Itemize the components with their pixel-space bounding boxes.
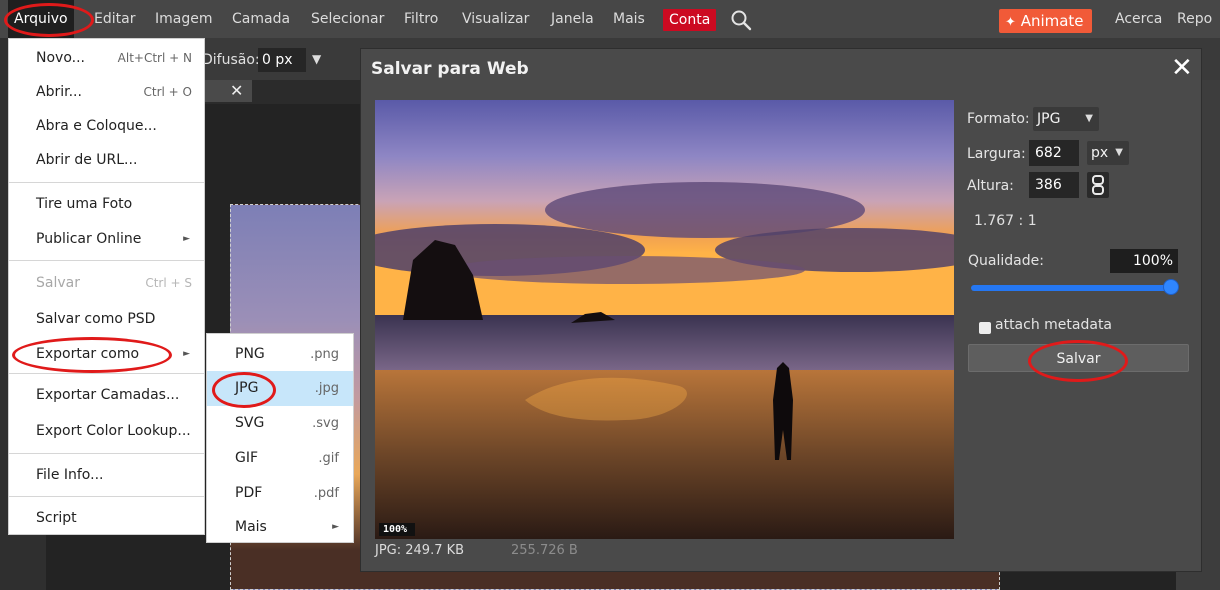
menu-imagem[interactable]: Imagem (155, 0, 212, 38)
menu-item-script[interactable]: Script (9, 501, 204, 535)
animate-icon: ✦ (1005, 15, 1016, 30)
format-extension: .gif (318, 451, 339, 466)
menu-item-publicar-online[interactable]: Publicar Online ► (9, 222, 204, 256)
menu-separator (9, 260, 204, 261)
file-menu: Novo... Alt+Ctrl + N Abrir... Ctrl + O A… (8, 38, 205, 535)
menu-acerca[interactable]: Acerca (1115, 0, 1162, 38)
menu-filtro[interactable]: Filtro (404, 0, 438, 38)
image-preview: 100% (375, 100, 954, 539)
close-icon[interactable]: ✕ (1171, 53, 1193, 83)
menu-item-label: Publicar Online (36, 231, 142, 247)
zoom-level: 100% (379, 523, 416, 536)
menu-item-abra-e-coloque[interactable]: Abra e Coloque... (9, 109, 204, 143)
format-extension: .pdf (313, 486, 339, 501)
animate-label: Animate (1020, 12, 1084, 30)
menu-editar[interactable]: Editar (94, 0, 135, 38)
format-label: SVG (235, 415, 265, 431)
format-label: Mais (235, 519, 267, 535)
menu-report[interactable]: Repo (1177, 0, 1212, 38)
menu-item-abrir[interactable]: Abrir... Ctrl + O (9, 75, 204, 109)
menu-item-label: Abrir... (36, 84, 82, 100)
menu-bar: Arquivo Editar Imagem Camada Selecionar … (0, 0, 1220, 38)
format-label: GIF (235, 450, 259, 466)
dialog-title: Salvar para Web (371, 59, 529, 79)
submenu-arrow-icon: ► (332, 522, 339, 532)
menu-item-salvar: Salvar Ctrl + S (9, 266, 204, 300)
format-extension: .jpg (314, 381, 339, 396)
diffusion-input[interactable]: 0 px (258, 48, 306, 72)
menu-arquivo[interactable]: Arquivo (8, 0, 74, 38)
diffusion-label: Difusão: (202, 52, 260, 68)
metadata-checkbox[interactable] (979, 322, 991, 334)
link-icon[interactable] (1087, 172, 1109, 198)
quality-slider-handle[interactable] (1163, 279, 1179, 295)
export-svg[interactable]: SVG .svg (207, 406, 353, 441)
submenu-arrow-icon: ► (183, 234, 190, 244)
export-pdf[interactable]: PDF .pdf (207, 476, 353, 511)
format-label: PNG (235, 346, 265, 362)
quality-input[interactable]: 100% (1110, 249, 1178, 273)
unit-value: px (1091, 145, 1109, 161)
width-input[interactable]: 682 (1029, 140, 1079, 166)
format-label: Formato: (967, 111, 1030, 127)
menu-mais[interactable]: Mais (613, 0, 645, 38)
submenu-arrow-icon: ► (183, 349, 190, 359)
chevron-down-icon: ▼ (1115, 147, 1123, 158)
shortcut-label: Alt+Ctrl + N (117, 51, 192, 65)
metadata-label: attach metadata (995, 317, 1113, 333)
export-gif[interactable]: GIF .gif (207, 441, 353, 476)
menu-camada[interactable]: Camada (232, 0, 290, 38)
menu-janela[interactable]: Janela (551, 0, 594, 38)
export-png[interactable]: PNG .png (207, 337, 353, 372)
export-jpg[interactable]: JPG .jpg (207, 371, 353, 406)
menu-visualizar[interactable]: Visualizar (462, 0, 529, 38)
export-mais[interactable]: Mais ► (207, 510, 353, 545)
height-input[interactable]: 386 (1029, 172, 1079, 198)
menu-item-exportar-como[interactable]: Exportar como ► (9, 337, 204, 371)
animate-button[interactable]: ✦ Animate (999, 9, 1092, 33)
menu-item-salvar-psd[interactable]: Salvar como PSD (9, 302, 204, 336)
save-for-web-dialog: Salvar para Web ✕ 100% JPG: 249.7 KB 255… (360, 48, 1202, 572)
document-tab[interactable] (200, 80, 252, 102)
menu-item-exportar-camadas[interactable]: Exportar Camadas... (9, 378, 204, 412)
menu-separator (9, 373, 204, 374)
menu-item-label: Exportar como (36, 346, 140, 362)
format-select[interactable]: JPG ▼ (1033, 107, 1099, 131)
format-extension: .png (310, 347, 339, 362)
format-value: JPG (1037, 111, 1061, 127)
aspect-ratio: 1.767 : 1 (974, 213, 1037, 229)
menu-separator (9, 496, 204, 497)
export-submenu: PNG .png JPG .jpg SVG .svg GIF .gif PDF … (206, 333, 354, 543)
format-label: JPG (235, 380, 259, 396)
menu-item-abrir-url[interactable]: Abrir de URL... (9, 143, 204, 177)
close-tab-icon[interactable]: ✕ (230, 80, 243, 102)
save-button[interactable]: Salvar (968, 344, 1189, 372)
height-label: Altura: (967, 178, 1014, 194)
file-size-label: JPG: 249.7 KB (375, 543, 465, 558)
quality-label: Qualidade: (968, 253, 1044, 269)
menu-item-novo[interactable]: Novo... Alt+Ctrl + N (9, 41, 204, 75)
menu-item-file-info[interactable]: File Info... (9, 458, 204, 492)
account-button[interactable]: Conta (663, 9, 717, 31)
quality-slider-track[interactable] (971, 285, 1175, 291)
shortcut-label: Ctrl + O (143, 85, 192, 99)
menu-separator (9, 453, 204, 454)
shortcut-label: Ctrl + S (145, 276, 192, 290)
menu-item-tire-foto[interactable]: Tire uma Foto (9, 187, 204, 221)
search-icon[interactable] (730, 9, 752, 31)
menu-selecionar[interactable]: Selecionar (311, 0, 384, 38)
menu-item-export-color-lookup[interactable]: Export Color Lookup... (9, 414, 204, 448)
diffusion-dropdown-icon[interactable]: ▼ (312, 52, 321, 66)
format-extension: .svg (312, 416, 339, 431)
menu-separator (9, 182, 204, 183)
chevron-down-icon: ▼ (1085, 113, 1093, 124)
bytes-label: 255.726 B (511, 543, 578, 558)
unit-select[interactable]: px ▼ (1087, 141, 1129, 165)
width-label: Largura: (967, 146, 1026, 162)
menu-item-label: Novo... (36, 50, 85, 66)
preview-image (375, 100, 954, 539)
menu-item-label: Salvar (36, 275, 80, 291)
format-label: PDF (235, 485, 263, 501)
